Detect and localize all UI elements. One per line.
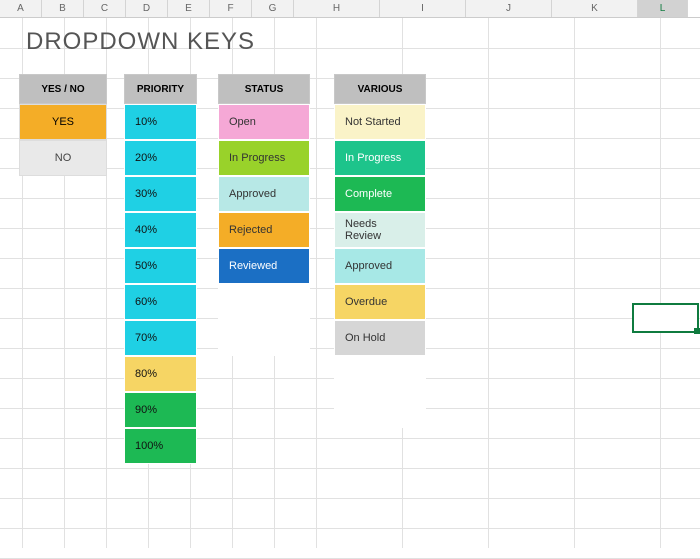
col-header-a[interactable]: A <box>0 0 42 17</box>
priority-cell[interactable]: 50% <box>124 248 197 284</box>
col-header-e[interactable]: E <box>168 0 210 17</box>
priority-column: PRIORITY 10% 20% 30% 40% 50% 60% 70% 80% 90% 100% <box>124 74 197 464</box>
selected-cell[interactable] <box>632 303 699 333</box>
status-cell[interactable]: Rejected <box>218 212 310 248</box>
various-header: VARIOUS <box>334 74 426 104</box>
status-label: Open <box>229 116 256 128</box>
yesno-label: YES <box>52 116 74 128</box>
priority-label: 10% <box>135 116 157 128</box>
various-label: Not Started <box>345 116 401 128</box>
various-cell[interactable]: Overdue <box>334 284 426 320</box>
yesno-cell[interactable]: YES <box>19 104 107 140</box>
priority-cell[interactable]: 10% <box>124 104 197 140</box>
status-cell[interactable] <box>218 320 310 356</box>
various-column: VARIOUS Not Started In Progress Complete Ne… <box>334 74 426 428</box>
priority-header: PRIORITY <box>124 74 197 104</box>
col-header-d[interactable]: D <box>126 0 168 17</box>
col-header-g[interactable]: G <box>252 0 294 17</box>
col-header-k[interactable]: K <box>552 0 638 17</box>
priority-label: 40% <box>135 224 157 236</box>
yesno-column: YES / NO YES NO <box>19 74 107 176</box>
col-header-j[interactable]: J <box>466 0 552 17</box>
status-cell[interactable]: Approved <box>218 176 310 212</box>
column-headers: ABCDEFGHIJKL <box>0 0 700 18</box>
priority-label: 60% <box>135 296 157 308</box>
various-label: Approved <box>345 260 392 272</box>
various-label: Complete <box>345 188 392 200</box>
priority-cell[interactable]: 100% <box>124 428 197 464</box>
priority-label: 70% <box>135 332 157 344</box>
col-header-h[interactable]: H <box>294 0 380 17</box>
status-cell[interactable] <box>218 284 310 320</box>
yesno-cell[interactable]: NO <box>19 140 107 176</box>
priority-label: 50% <box>135 260 157 272</box>
priority-label: 100% <box>135 440 163 452</box>
status-label: Approved <box>229 188 276 200</box>
various-cell[interactable]: On Hold <box>334 320 426 356</box>
col-header-l[interactable]: L <box>638 0 688 17</box>
col-header-i[interactable]: I <box>380 0 466 17</box>
various-cell[interactable]: In Progress <box>334 140 426 176</box>
priority-cell[interactable]: 30% <box>124 176 197 212</box>
status-cell[interactable]: Reviewed <box>218 248 310 284</box>
various-label: In Progress <box>345 152 401 164</box>
priority-label: 80% <box>135 368 157 380</box>
status-label: Reviewed <box>229 260 277 272</box>
status-label: Rejected <box>229 224 272 236</box>
status-cell[interactable]: In Progress <box>218 140 310 176</box>
priority-cell[interactable]: 20% <box>124 140 197 176</box>
various-cell[interactable]: Needs Review <box>334 212 426 248</box>
col-header-f[interactable]: F <box>210 0 252 17</box>
priority-label: 90% <box>135 404 157 416</box>
priority-cell[interactable]: 90% <box>124 392 197 428</box>
various-label: On Hold <box>345 332 385 344</box>
priority-cell[interactable]: 70% <box>124 320 197 356</box>
priority-label: 30% <box>135 188 157 200</box>
page-title: DROPDOWN KEYS <box>26 28 255 56</box>
status-cell[interactable]: Open <box>218 104 310 140</box>
col-header-b[interactable]: B <box>42 0 84 17</box>
various-cell[interactable] <box>334 356 426 392</box>
status-column: STATUS Open In Progress Approved Rejected Re… <box>218 74 310 356</box>
various-label: Overdue <box>345 296 387 308</box>
various-cell[interactable]: Complete <box>334 176 426 212</box>
yesno-label: NO <box>55 152 72 164</box>
various-label: Needs Review <box>345 218 415 242</box>
various-cell[interactable] <box>334 392 426 428</box>
various-cell[interactable]: Approved <box>334 248 426 284</box>
yesno-header: YES / NO <box>19 74 107 104</box>
various-cell[interactable]: Not Started <box>334 104 426 140</box>
status-label: In Progress <box>229 152 285 164</box>
priority-cell[interactable]: 60% <box>124 284 197 320</box>
priority-cell[interactable]: 80% <box>124 356 197 392</box>
col-header-c[interactable]: C <box>84 0 126 17</box>
priority-label: 20% <box>135 152 157 164</box>
status-header: STATUS <box>218 74 310 104</box>
priority-cell[interactable]: 40% <box>124 212 197 248</box>
